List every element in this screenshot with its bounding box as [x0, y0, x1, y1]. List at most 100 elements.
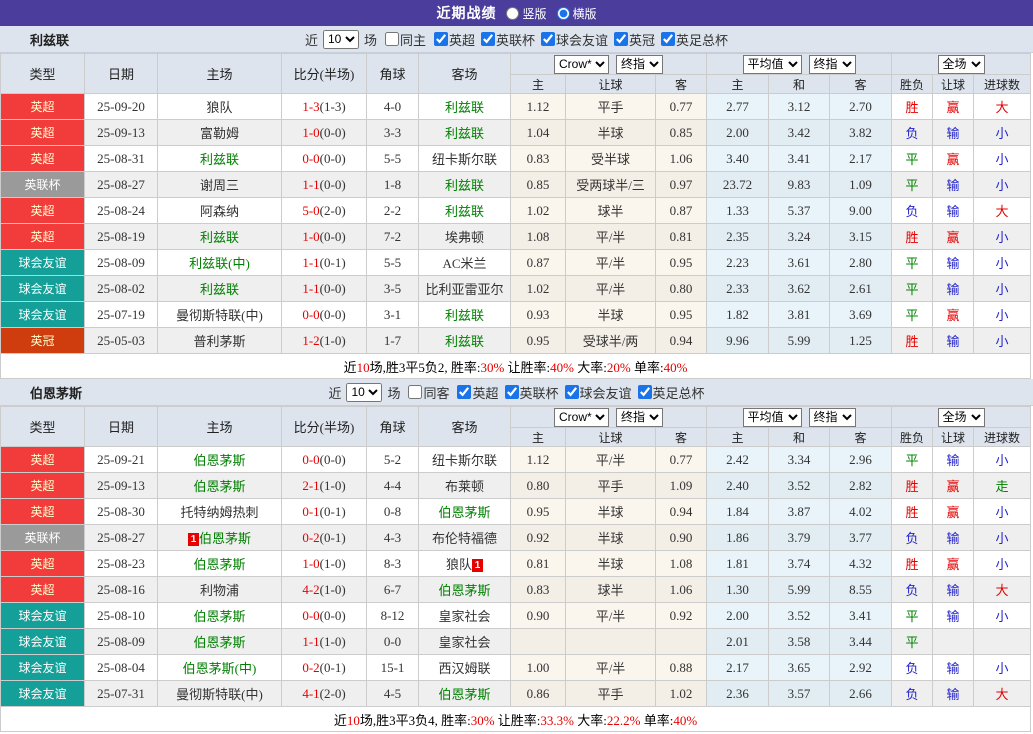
avg-away-odds-cell: 2.66: [830, 681, 892, 707]
vertical-radio-input[interactable]: [506, 7, 519, 20]
crow-handicap-cell: 受半球: [566, 146, 656, 172]
games-count-select[interactable]: 10: [346, 383, 382, 402]
avg-home-odds-cell: 2.00: [707, 603, 769, 629]
fulltime-select[interactable]: 全场: [938, 408, 985, 427]
match-date-cell: 25-08-27: [85, 172, 158, 198]
same-side-checkbox[interactable]: 同客: [402, 383, 449, 402]
league-checkbox-input[interactable]: [614, 32, 628, 46]
games-count-select[interactable]: 10: [323, 30, 359, 49]
league-checkbox-input[interactable]: [457, 385, 471, 399]
crow-handicap-cell: 平手: [566, 94, 656, 120]
halftime-score: (0-0): [320, 608, 346, 623]
avg-home-odds-cell: 9.96: [707, 328, 769, 354]
score-cell: 1-2(1-0): [282, 328, 367, 354]
league-checkbox[interactable]: 球会友谊: [535, 30, 608, 49]
halftime-score: (0-1): [320, 660, 346, 675]
score-cell: 0-0(0-0): [282, 447, 367, 473]
layout-radio-vertical[interactable]: 竖版: [506, 5, 546, 22]
halftime-score: (0-1): [320, 504, 346, 519]
match-date-cell: 25-08-10: [85, 603, 158, 629]
handicap-result-cell: 输: [933, 603, 974, 629]
crow-away-odds-cell: 0.95: [656, 302, 707, 328]
avg-draw-odds-cell: 5.99: [769, 328, 830, 354]
league-checkbox-input[interactable]: [505, 385, 519, 399]
goals-result-cell: 小: [974, 120, 1031, 146]
league-checkbox[interactable]: 英超: [451, 383, 498, 402]
league-checkbox[interactable]: 英足总杯: [655, 30, 728, 49]
handicap-result-cell: 输: [933, 655, 974, 681]
crow-home-odds-cell: 0.90: [511, 603, 566, 629]
league-checkbox-input[interactable]: [565, 385, 579, 399]
league-checkbox[interactable]: 英联杯: [475, 30, 535, 49]
league-checkbox-input[interactable]: [541, 32, 555, 46]
corner-cell: 3-3: [367, 120, 419, 146]
summary-segment: 单率:: [631, 360, 664, 375]
layout-radio-horizontal[interactable]: 横版: [557, 5, 597, 22]
score-cell: 0-0(0-0): [282, 146, 367, 172]
league-checkbox[interactable]: 英足总杯: [632, 383, 705, 402]
col-wdl: 胜负: [892, 428, 933, 447]
summary-segment: 30%: [480, 360, 504, 375]
league-checkbox[interactable]: 英冠: [608, 30, 655, 49]
final-odds-select[interactable]: 终指: [616, 408, 663, 427]
avg-away-odds-cell: 2.80: [830, 250, 892, 276]
avg-draw-odds-cell: 3.79: [769, 525, 830, 551]
wdl-result-cell: 平: [892, 302, 933, 328]
final-odds-select[interactable]: 终指: [616, 55, 663, 74]
avg-away-odds-cell: 2.82: [830, 473, 892, 499]
fulltime-select[interactable]: 全场: [938, 55, 985, 74]
horizontal-radio-input[interactable]: [557, 7, 570, 20]
handicap-result-cell: 输: [933, 447, 974, 473]
summary-segment: 30%: [471, 713, 495, 728]
home-team-cell: 利兹联: [158, 146, 282, 172]
team-filter-bar: 伯恩茅斯 近 10 场 同客 英超英联杯球会友谊英足总杯: [0, 379, 1033, 406]
recent-results-table-2: 类型 日期 主场 比分(半场) 角球 客场 Crow* 终指 平均值 终指 全场…: [0, 406, 1031, 732]
crow-home-odds-cell: 0.87: [511, 250, 566, 276]
score-cell: 0-2(0-1): [282, 525, 367, 551]
league-checkbox-input[interactable]: [481, 32, 495, 46]
match-row: 英超25-09-13富勒姆1-0(0-0)3-3利兹联1.04半球0.852.0…: [1, 120, 1031, 146]
away-team-name: 纽卡斯尔联: [432, 152, 497, 167]
average-select[interactable]: 平均值: [743, 55, 802, 74]
league-checkbox[interactable]: 英超: [428, 30, 475, 49]
corner-cell: 6-7: [367, 577, 419, 603]
crow-handicap-cell: 受两球半/三: [566, 172, 656, 198]
wdl-result-cell: 胜: [892, 499, 933, 525]
league-checkbox[interactable]: 英联杯: [499, 383, 559, 402]
bookmaker-select[interactable]: Crow*: [554, 408, 609, 427]
avg-home-odds-cell: 2.00: [707, 120, 769, 146]
col-type: 类型: [1, 54, 85, 94]
league-checkbox-input[interactable]: [638, 385, 652, 399]
league-checkbox-input[interactable]: [661, 32, 675, 46]
avg-draw-odds-cell: 5.37: [769, 198, 830, 224]
average-select[interactable]: 平均值: [743, 408, 802, 427]
avg-draw-odds-cell: 3.65: [769, 655, 830, 681]
home-team-cell: 利物浦: [158, 577, 282, 603]
crow-handicap-cell: 平手: [566, 681, 656, 707]
match-date-cell: 25-08-09: [85, 250, 158, 276]
bookmaker-select[interactable]: Crow*: [554, 55, 609, 74]
final-odds-select[interactable]: 终指: [809, 55, 856, 74]
fulltime-score: 0-2: [302, 530, 319, 545]
crow-handicap-cell: 平/半: [566, 276, 656, 302]
league-checkbox[interactable]: 球会友谊: [559, 383, 632, 402]
halftime-score: (0-0): [320, 452, 346, 467]
same-side-checkbox-input[interactable]: [385, 32, 399, 46]
match-row: 球会友谊25-08-02利兹联1-1(0-0)3-5比利亚雷亚尔1.02平/半0…: [1, 276, 1031, 302]
away-team-cell: 比利亚雷亚尔: [419, 276, 511, 302]
away-team-cell: 纽卡斯尔联: [419, 146, 511, 172]
avg-draw-odds-cell: 3.62: [769, 276, 830, 302]
home-team-name: 曼彻斯特联(中): [176, 308, 263, 323]
avg-away-odds-cell: 3.69: [830, 302, 892, 328]
same-side-checkbox-input[interactable]: [408, 385, 422, 399]
match-type-cell: 英超: [1, 577, 85, 603]
col-crow-handicap: 让球: [566, 428, 656, 447]
league-checkbox-input[interactable]: [434, 32, 448, 46]
away-team-cell: 西汉姆联: [419, 655, 511, 681]
same-side-checkbox[interactable]: 同主: [379, 30, 426, 49]
away-team-name: 纽卡斯尔联: [432, 453, 497, 468]
score-cell: 5-0(2-0): [282, 198, 367, 224]
final-odds-select[interactable]: 终指: [809, 408, 856, 427]
wdl-result-cell: 平: [892, 276, 933, 302]
wdl-result-cell: 负: [892, 198, 933, 224]
